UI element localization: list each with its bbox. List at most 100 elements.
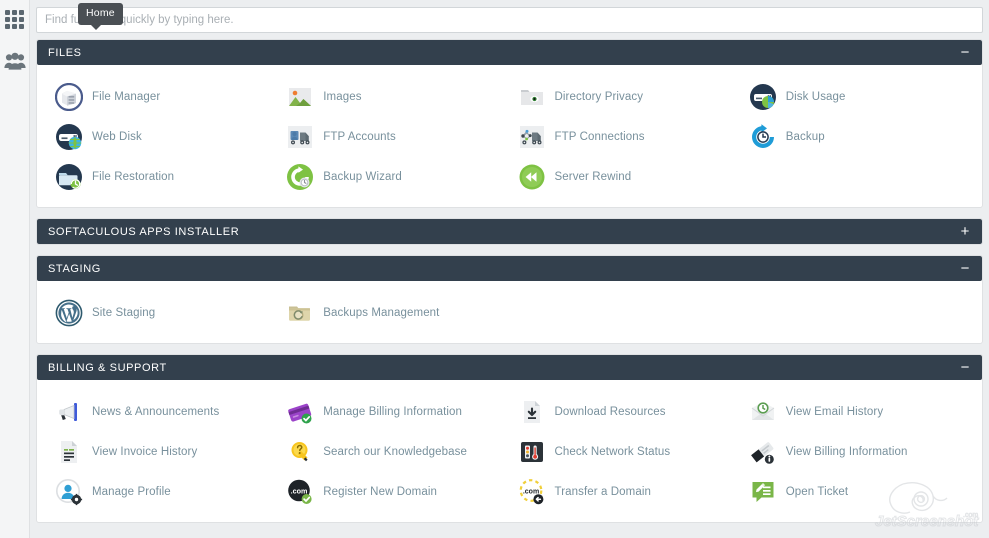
- panel-header-softaculous[interactable]: SOFTACULOUS APPS INSTALLER +: [37, 219, 982, 244]
- panel-staging: STAGING − Site Staging Backups Management: [36, 255, 983, 344]
- file-restoration-icon: [55, 163, 83, 191]
- tile-label: View Billing Information: [785, 446, 908, 458]
- tile-backup[interactable]: Backup: [741, 117, 972, 157]
- tile-search-our-knowledgebase[interactable]: Search our Knowledgebase: [278, 432, 509, 472]
- tile-images[interactable]: Images: [278, 77, 509, 117]
- web-disk-icon: [55, 123, 83, 151]
- panel-toggle-files[interactable]: −: [961, 45, 970, 60]
- panel-toggle-staging[interactable]: −: [961, 261, 970, 276]
- network-status-icon: [518, 438, 546, 466]
- panel-row: Manage Profile .com Register New Domain .co…: [47, 472, 972, 512]
- backups-folder-icon: [286, 299, 314, 327]
- tile-view-invoice-history[interactable]: View Invoice History: [47, 432, 278, 472]
- panel-title-softaculous: SOFTACULOUS APPS INSTALLER: [48, 225, 240, 238]
- tile-label: View Email History: [785, 406, 884, 418]
- panel-row: News & Announcements Manage Billing Infor…: [47, 392, 972, 432]
- panel-header-files[interactable]: FILES −: [37, 40, 982, 65]
- panel-toggle-softaculous[interactable]: +: [961, 224, 970, 239]
- tile-label: Backup: [785, 131, 825, 143]
- left-sidebar: [0, 0, 30, 538]
- tile-download-resources[interactable]: Download Resources: [510, 392, 741, 432]
- manage-profile-icon: [55, 478, 83, 506]
- tile-label: News & Announcements: [92, 406, 220, 418]
- main-content: FILES − File Manager Images Directory Privac…: [30, 0, 989, 538]
- tile-server-rewind[interactable]: Server Rewind: [510, 157, 741, 197]
- cpanel-page: FILES − File Manager Images Directory Privac…: [0, 0, 989, 538]
- tile-label: Directory Privacy: [554, 91, 644, 103]
- panel-title-staging: STAGING: [48, 262, 101, 275]
- tile-ftp-accounts[interactable]: FTP Accounts: [278, 117, 509, 157]
- tile-site-staging[interactable]: Site Staging: [47, 293, 278, 333]
- images-icon: [286, 83, 314, 111]
- tile-backup-wizard[interactable]: Backup Wizard: [278, 157, 509, 197]
- panel-softaculous: SOFTACULOUS APPS INSTALLER +: [36, 218, 983, 245]
- tile-view-email-history[interactable]: View Email History: [741, 392, 972, 432]
- backup-icon: [749, 123, 777, 151]
- home-tooltip: Home: [78, 3, 123, 29]
- tile-ftp-connections[interactable]: FTP Connections: [510, 117, 741, 157]
- tile-label: Manage Profile: [92, 486, 171, 498]
- open-ticket-icon: [749, 478, 777, 506]
- panel-toggle-billing[interactable]: −: [961, 360, 970, 375]
- panel-row: Web Disk FTP Accounts FTP Connections Backu…: [47, 117, 972, 157]
- tile-backups-management[interactable]: Backups Management: [278, 293, 509, 333]
- panel-row: View Invoice History Search our Knowledge…: [47, 432, 972, 472]
- sidebar-item-user-manager[interactable]: [2, 48, 28, 74]
- panel-title-billing: BILLING & SUPPORT: [48, 361, 167, 374]
- lightbulb-icon: [286, 438, 314, 466]
- billing-info-icon: [749, 438, 777, 466]
- tile-label: Backups Management: [323, 307, 440, 319]
- tile-label: Backup Wizard: [323, 171, 402, 183]
- users-icon: [3, 52, 26, 70]
- tile-label: Open Ticket: [785, 486, 849, 498]
- tile-manage-profile[interactable]: Manage Profile: [47, 472, 278, 512]
- tile-directory-privacy[interactable]: Directory Privacy: [510, 77, 741, 117]
- tile-manage-billing-information[interactable]: Manage Billing Information: [278, 392, 509, 432]
- tile-label: Check Network Status: [554, 446, 671, 458]
- tile-label: Web Disk: [92, 131, 142, 143]
- grid-icon: [5, 9, 24, 29]
- wordpress-icon: [55, 299, 83, 327]
- email-history-icon: [749, 398, 777, 426]
- tile-disk-usage[interactable]: Disk Usage: [741, 77, 972, 117]
- search-bar-area: [30, 0, 989, 39]
- tile-label: View Invoice History: [92, 446, 198, 458]
- tile-label: Search our Knowledgebase: [323, 446, 467, 458]
- transfer-domain-icon: .com: [518, 478, 546, 506]
- panel-title-files: FILES: [48, 46, 82, 59]
- sidebar-item-apps-grid[interactable]: [2, 6, 28, 32]
- register-domain-icon: .com: [286, 478, 314, 506]
- tile-label: Disk Usage: [785, 91, 846, 103]
- panel-header-staging[interactable]: STAGING −: [37, 256, 982, 281]
- tile-label: Images: [323, 91, 362, 103]
- tile-news-announcements[interactable]: News & Announcements: [47, 392, 278, 432]
- tile-web-disk[interactable]: Web Disk: [47, 117, 278, 157]
- tile-label: Download Resources: [554, 406, 666, 418]
- file-manager-icon: [55, 83, 83, 111]
- tile-register-new-domain[interactable]: .com Register New Domain: [278, 472, 509, 512]
- credit-card-icon: [286, 398, 314, 426]
- sections-container: FILES − File Manager Images Directory Privac…: [30, 39, 989, 523]
- server-rewind-icon: [518, 163, 546, 191]
- panel-body-staging: Site Staging Backups Management: [37, 281, 982, 343]
- tile-open-ticket[interactable]: Open Ticket: [741, 472, 972, 512]
- panel-header-billing[interactable]: BILLING & SUPPORT −: [37, 355, 982, 380]
- tile-label: File Manager: [92, 91, 161, 103]
- tile-file-restoration[interactable]: File Restoration: [47, 157, 278, 197]
- tile-check-network-status[interactable]: Check Network Status: [510, 432, 741, 472]
- panel-body-billing: News & Announcements Manage Billing Infor…: [37, 380, 982, 522]
- megaphone-icon: [55, 398, 83, 426]
- tile-transfer-a-domain[interactable]: .com Transfer a Domain: [510, 472, 741, 512]
- ftp-accounts-icon: [286, 123, 314, 151]
- tile-file-manager[interactable]: File Manager: [47, 77, 278, 117]
- panel-row: File Restoration Backup Wizard Server Rewi…: [47, 157, 972, 197]
- download-file-icon: [518, 398, 546, 426]
- tile-label: FTP Connections: [554, 131, 645, 143]
- invoice-icon: [55, 438, 83, 466]
- ftp-connections-icon: [518, 123, 546, 151]
- panel-row: Site Staging Backups Management: [47, 293, 972, 333]
- tile-view-billing-information[interactable]: View Billing Information: [741, 432, 972, 472]
- search-input[interactable]: [36, 7, 983, 33]
- tile-label: File Restoration: [92, 171, 175, 183]
- tile-label: Register New Domain: [323, 486, 437, 498]
